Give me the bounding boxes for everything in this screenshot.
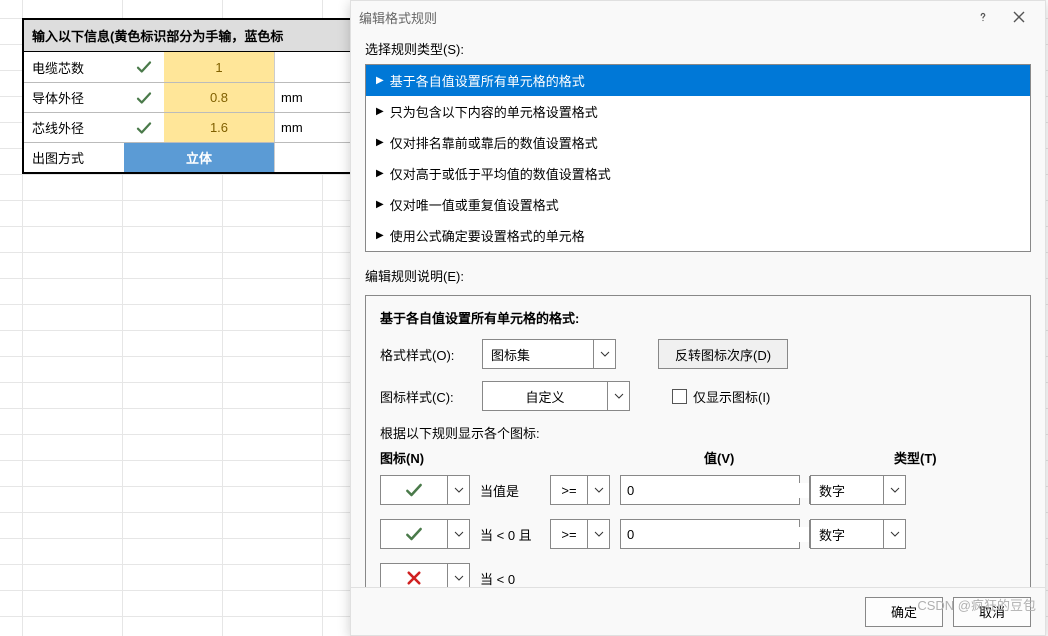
checkbox-box	[672, 389, 687, 404]
rule-type-label: 使用公式确定要设置格式的单元格	[390, 226, 585, 245]
table-header: 输入以下信息(黄色标识部分为手输，蓝色标	[24, 20, 352, 52]
edit-format-rule-dialog: 编辑格式规则 选择规则类型(S): ▶ 基于各自值设置所有单元格的格式 ▶ 只为包含以…	[350, 0, 1046, 636]
play-arrow-icon: ▶	[376, 137, 384, 148]
rules-intro-label: 根据以下规则显示各个图标:	[380, 423, 1016, 442]
row-unit	[274, 52, 352, 82]
chevron-down-icon	[587, 520, 609, 548]
rule-type-item[interactable]: ▶ 只为包含以下内容的单元格设置格式	[366, 96, 1030, 127]
row-label: 导体外径	[24, 83, 124, 112]
chevron-down-icon	[447, 564, 469, 587]
chevron-down-icon	[883, 476, 905, 504]
value-input[interactable]	[621, 483, 809, 498]
play-arrow-icon: ▶	[376, 75, 384, 86]
rule-type-listbox[interactable]: ▶ 基于各自值设置所有单元格的格式 ▶ 只为包含以下内容的单元格设置格式 ▶ 仅对排名靠前…	[365, 64, 1031, 252]
icon-rule-headers: 图标(N) 值(V) 类型(T)	[380, 448, 1016, 467]
row-value[interactable]: 立体	[124, 143, 274, 172]
edit-rule-desc-label: 编辑规则说明(E):	[365, 266, 1031, 285]
value-input-group	[620, 475, 800, 505]
play-arrow-icon: ▶	[376, 199, 384, 210]
check-icon	[381, 524, 447, 544]
dialog-footer: 确定 取消	[351, 587, 1045, 635]
check-icon	[381, 480, 447, 500]
input-table: 输入以下信息(黄色标识部分为手输，蓝色标 电缆芯数 1 导体外径 0.8mm 芯线外径 1…	[22, 18, 354, 174]
row-label: 电缆芯数	[24, 52, 124, 82]
icon-picker[interactable]	[380, 475, 470, 505]
icon-style-label: 图标样式(C):	[380, 387, 468, 406]
rule-type-item[interactable]: ▶ 仅对排名靠前或靠后的数值设置格式	[366, 127, 1030, 158]
rule-type-label: 仅对唯一值或重复值设置格式	[390, 195, 559, 214]
chevron-down-icon	[587, 476, 609, 504]
row-label: 出图方式	[24, 143, 124, 172]
rule-description-panel: 基于各自值设置所有单元格的格式: 格式样式(O): 图标集 反转图标次序(D) …	[365, 295, 1031, 587]
row-unit	[274, 143, 352, 172]
value-input[interactable]	[621, 527, 809, 542]
table-row: 芯线外径 1.6mm	[24, 112, 352, 142]
check-icon	[124, 113, 164, 142]
play-arrow-icon: ▶	[376, 168, 384, 179]
play-arrow-icon: ▶	[376, 106, 384, 117]
chevron-down-icon	[447, 476, 469, 504]
play-arrow-icon: ▶	[376, 230, 384, 241]
cancel-button[interactable]: 取消	[953, 597, 1031, 627]
col-icon-header: 图标(N)	[380, 448, 508, 467]
type-combo[interactable]: 数字	[810, 519, 906, 549]
icon-style-combo[interactable]: 自定义	[482, 381, 630, 411]
cross-icon	[381, 569, 447, 587]
rule-type-label: 基于各自值设置所有单元格的格式	[390, 71, 585, 90]
close-icon	[1013, 11, 1025, 23]
rule-type-label: 仅对排名靠前或靠后的数值设置格式	[390, 133, 598, 152]
row-value[interactable]: 1	[164, 52, 274, 82]
type-combo[interactable]: 数字	[810, 475, 906, 505]
chevron-down-icon	[447, 520, 469, 548]
dialog-title: 编辑格式规则	[359, 8, 437, 27]
table-row: 电缆芯数 1	[24, 52, 352, 82]
dialog-help-button[interactable]	[965, 3, 1001, 31]
rule-condition-label: 当值是	[480, 481, 540, 500]
icon-rule-row: 当 < 0 且 >= 数字	[380, 519, 1016, 549]
chevron-down-icon	[883, 520, 905, 548]
table-row: 出图方式立体	[24, 142, 352, 172]
icon-picker[interactable]	[380, 563, 470, 587]
help-icon	[976, 10, 990, 24]
rule-type-label: 只为包含以下内容的单元格设置格式	[390, 102, 598, 121]
rule-type-item[interactable]: ▶ 仅对唯一值或重复值设置格式	[366, 189, 1030, 220]
check-icon	[124, 52, 164, 82]
col-type-header: 类型(T)	[894, 448, 1016, 467]
operator-combo[interactable]: >=	[550, 519, 610, 549]
row-unit: mm	[274, 83, 352, 112]
reverse-icon-order-button[interactable]: 反转图标次序(D)	[658, 339, 788, 369]
row-value[interactable]: 1.6	[164, 113, 274, 142]
icon-rule-row: 当 < 0	[380, 563, 1016, 587]
row-unit: mm	[274, 113, 352, 142]
dialog-content: 选择规则类型(S): ▶ 基于各自值设置所有单元格的格式 ▶ 只为包含以下内容的单元格…	[351, 33, 1045, 587]
panel-title: 基于各自值设置所有单元格的格式:	[380, 308, 1016, 327]
chevron-down-icon	[593, 340, 615, 368]
show-icon-only-checkbox[interactable]: 仅显示图标(I)	[672, 387, 770, 406]
chevron-down-icon	[607, 382, 629, 410]
row-value[interactable]: 0.8	[164, 83, 274, 112]
rule-condition-label: 当 < 0	[480, 569, 540, 588]
col-value-header: 值(V)	[704, 448, 894, 467]
icon-picker[interactable]	[380, 519, 470, 549]
dialog-close-button[interactable]	[1001, 3, 1037, 31]
rule-type-label: 仅对高于或低于平均值的数值设置格式	[390, 164, 611, 183]
rule-type-item[interactable]: ▶ 基于各自值设置所有单元格的格式	[366, 65, 1030, 96]
value-input-group	[620, 519, 800, 549]
table-row: 导体外径 0.8mm	[24, 82, 352, 112]
format-style-label: 格式样式(O):	[380, 345, 468, 364]
dialog-titlebar: 编辑格式规则	[351, 1, 1045, 33]
select-rule-type-label: 选择规则类型(S):	[365, 39, 1031, 58]
icon-rule-row: 当值是 >= 数字	[380, 475, 1016, 505]
format-style-combo[interactable]: 图标集	[482, 339, 616, 369]
row-label: 芯线外径	[24, 113, 124, 142]
rule-type-item[interactable]: ▶ 仅对高于或低于平均值的数值设置格式	[366, 158, 1030, 189]
operator-combo[interactable]: >=	[550, 475, 610, 505]
ok-button[interactable]: 确定	[865, 597, 943, 627]
rule-condition-label: 当 < 0 且	[480, 525, 540, 544]
check-icon	[124, 83, 164, 112]
rule-type-item[interactable]: ▶ 使用公式确定要设置格式的单元格	[366, 220, 1030, 251]
